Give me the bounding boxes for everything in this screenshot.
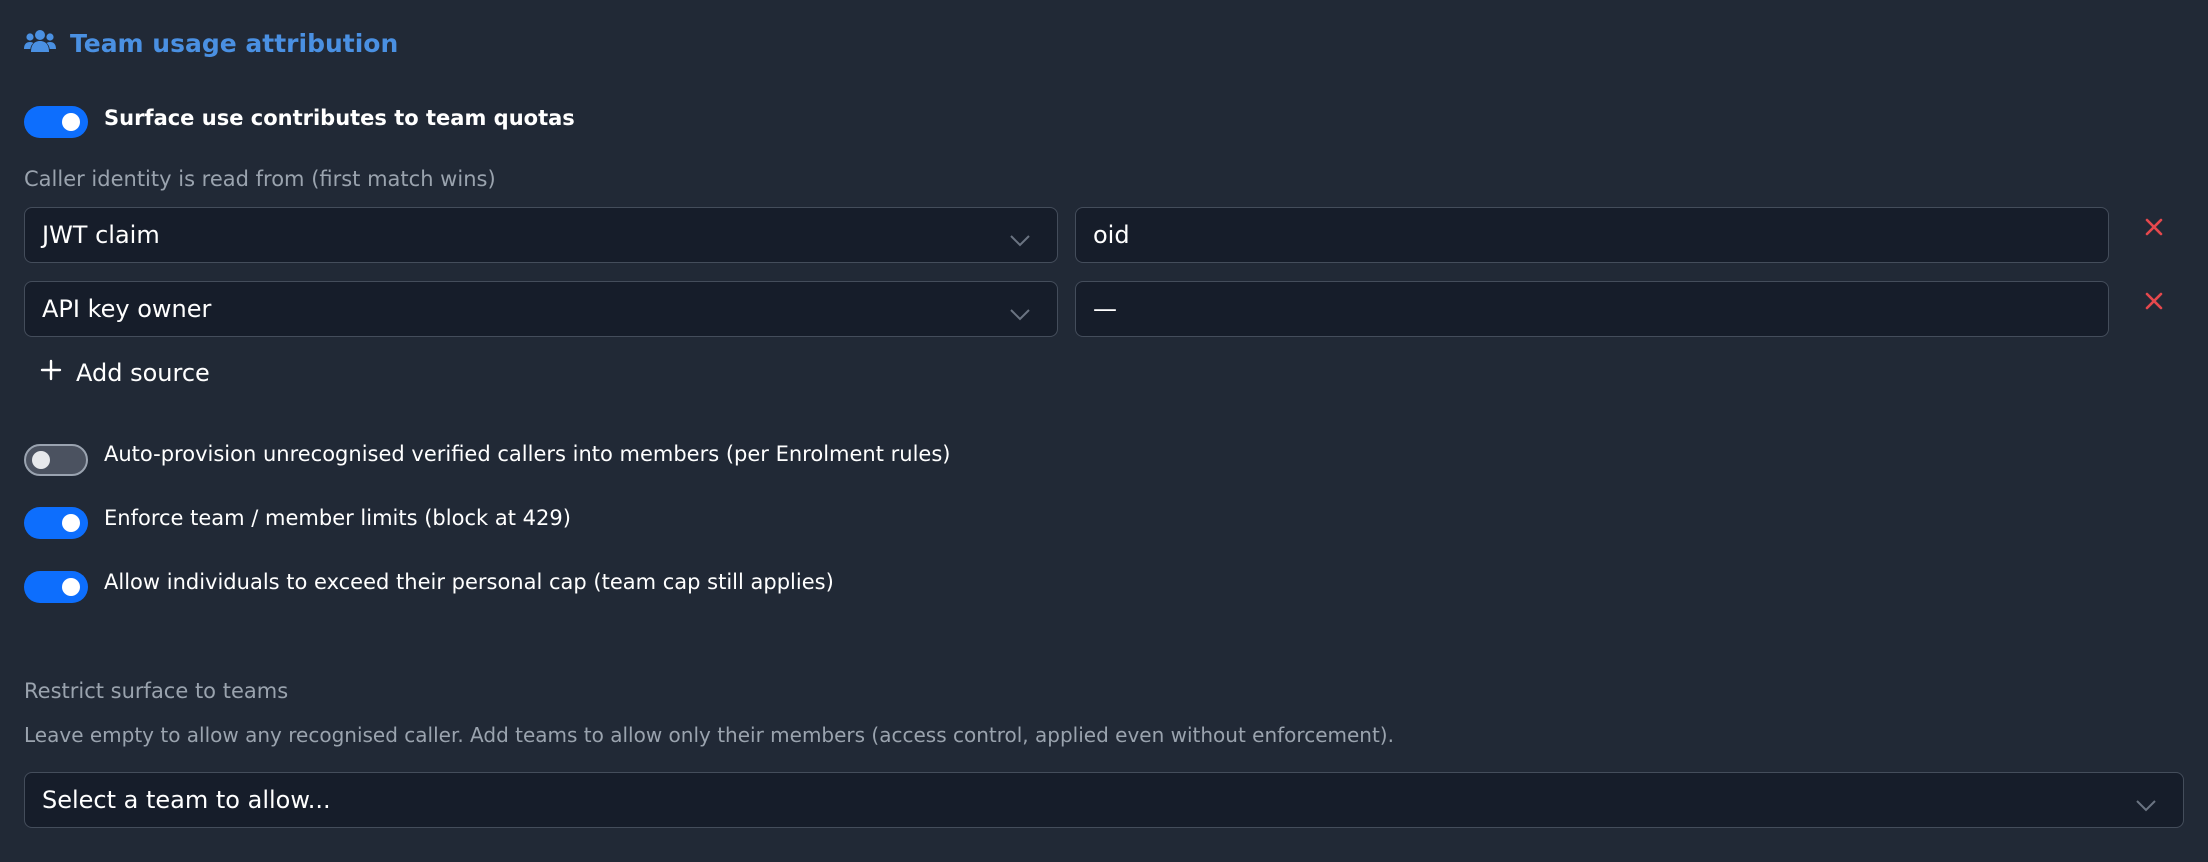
toggle-knob — [62, 113, 80, 131]
restrict-teams-label: Restrict surface to teams — [24, 679, 289, 703]
remove-source-button-2[interactable] — [2139, 288, 2169, 318]
restrict-teams-hint: Leave empty to allow any recognised call… — [24, 723, 1394, 747]
toggle-knob — [62, 514, 80, 532]
chevron-down-icon — [1009, 300, 1031, 328]
add-source-label: Add source — [76, 359, 210, 387]
toggle-knob — [62, 578, 80, 596]
chevron-down-icon — [1009, 226, 1031, 254]
team-select-placeholder: Select a team to allow... — [42, 786, 331, 814]
caller-identity-label: Caller identity is read from (first matc… — [24, 167, 496, 191]
auto-provision-toggle[interactable] — [24, 444, 88, 476]
section-title: Team usage attribution — [70, 28, 399, 58]
exceed-personal-cap-label: Allow individuals to exceed their person… — [104, 570, 834, 594]
plus-icon — [40, 359, 62, 387]
source-value: oid — [1093, 221, 1130, 249]
source-value-input-2[interactable]: — — [1075, 281, 2109, 337]
source-value: — — [1093, 295, 1117, 323]
close-icon — [2145, 292, 2163, 314]
exceed-personal-cap-toggle[interactable] — [24, 571, 88, 603]
surface-quota-toggle[interactable] — [24, 106, 88, 138]
toggle-knob — [32, 451, 50, 469]
enforce-limits-label: Enforce team / member limits (block at 4… — [104, 506, 571, 530]
add-source-button[interactable]: Add source — [40, 359, 210, 387]
source-type-select-1[interactable]: JWT claim — [24, 207, 1058, 263]
auto-provision-label: Auto-provision unrecognised verified cal… — [104, 442, 951, 466]
source-value-input-1[interactable]: oid — [1075, 207, 2109, 263]
chevron-down-icon — [2135, 791, 2157, 819]
team-allow-select[interactable]: Select a team to allow... — [24, 772, 2184, 828]
source-type-value: JWT claim — [42, 221, 160, 249]
remove-source-button-1[interactable] — [2139, 214, 2169, 244]
source-type-value: API key owner — [42, 295, 212, 323]
surface-quota-label: Surface use contributes to team quotas — [104, 106, 575, 130]
close-icon — [2145, 218, 2163, 240]
section-header: Team usage attribution — [24, 28, 398, 58]
enforce-limits-toggle[interactable] — [24, 507, 88, 539]
source-type-select-2[interactable]: API key owner — [24, 281, 1058, 337]
users-icon — [24, 28, 56, 58]
